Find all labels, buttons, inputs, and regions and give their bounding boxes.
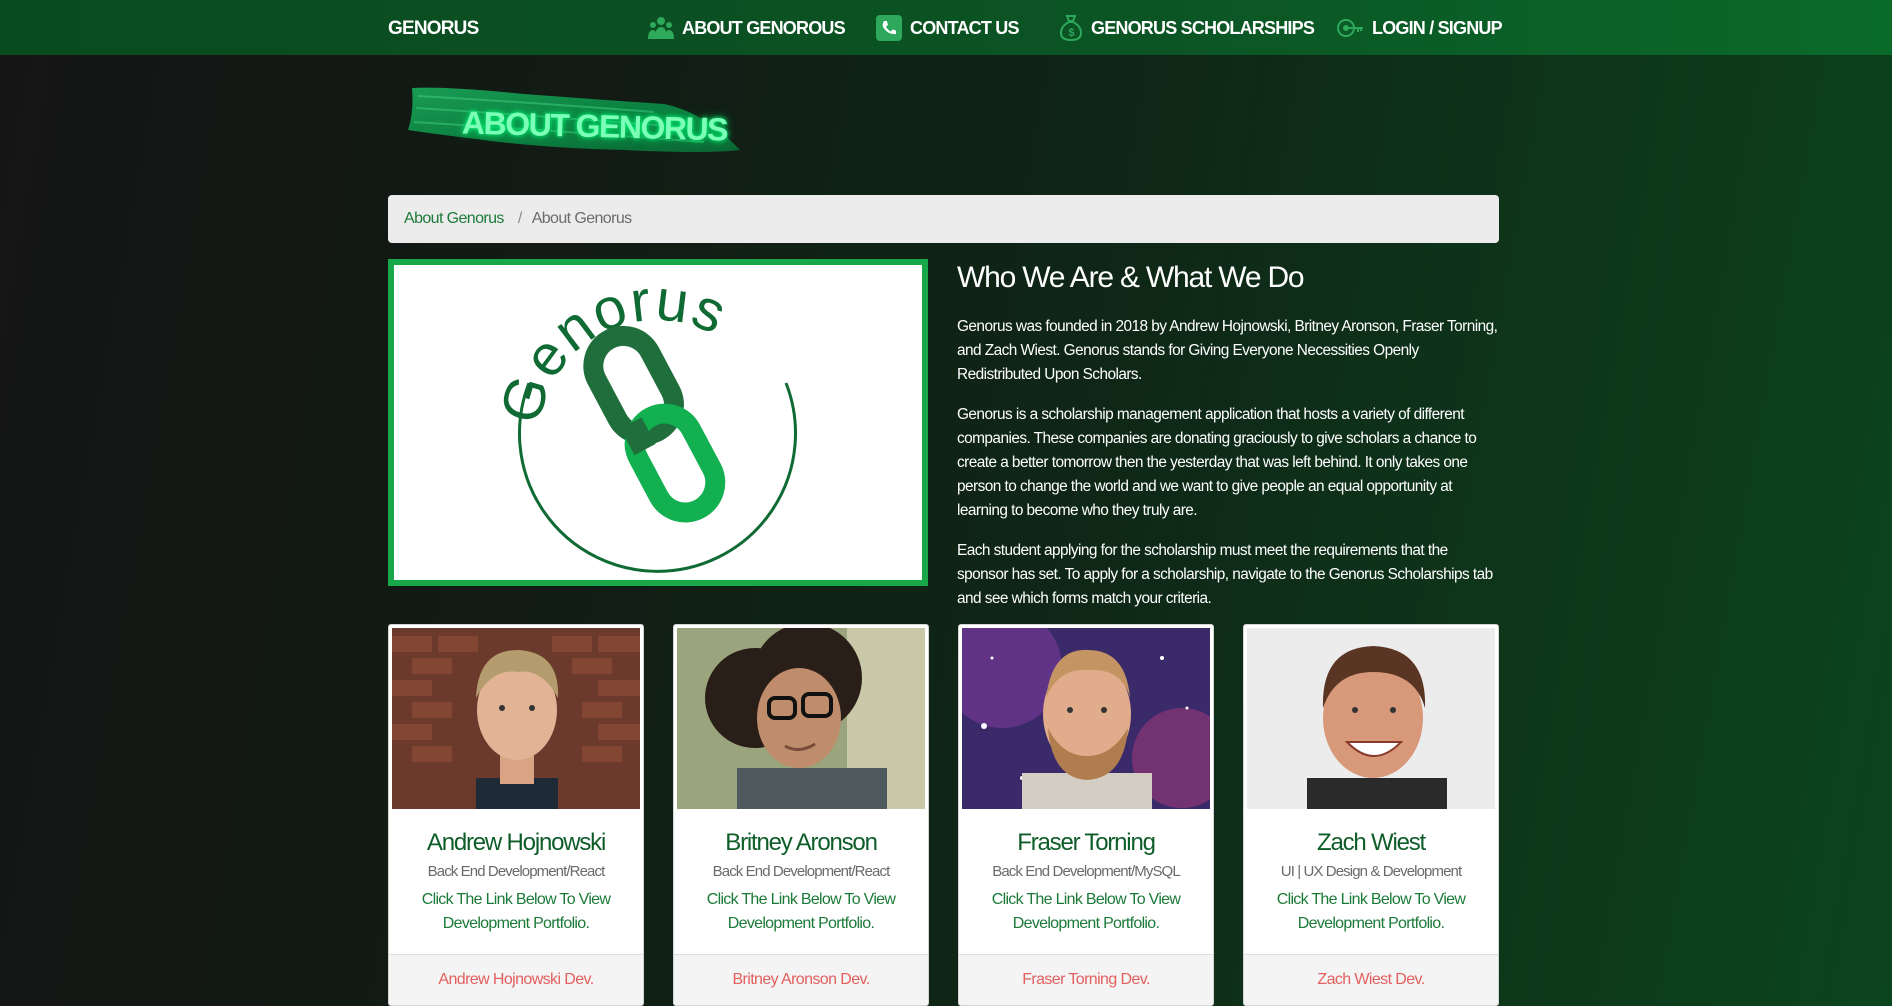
- about-paragraph: Genorus was founded in 2018 by Andrew Ho…: [957, 318, 1498, 383]
- nav-login-label: LOGIN / SIGNUP: [1372, 17, 1503, 38]
- phone-icon: [876, 15, 902, 41]
- team-photo: [1247, 628, 1495, 809]
- nav-contact-label: CONTACT US: [910, 17, 1019, 38]
- portfolio-link[interactable]: Britney Aronson Dev.: [674, 954, 928, 1005]
- team-photo: [392, 628, 640, 809]
- team-photo: [677, 628, 925, 809]
- nav-scholarships-label: GENORUS SCHOLARSHIPS: [1091, 17, 1315, 38]
- nav-scholarships[interactable]: $ GENORUS SCHOLARSHIPS: [1059, 14, 1315, 42]
- about-paragraph: Each student applying for the scholarshi…: [957, 542, 1493, 607]
- about-section: Who We Are & What We Do Genorus was foun…: [957, 257, 1499, 627]
- people-icon: [648, 17, 674, 39]
- team-member-description: Click The Link Below To View Development…: [421, 891, 611, 932]
- team-member-description: Click The Link Below To View Development…: [1276, 891, 1466, 932]
- team-member-role: Back End Development/React: [427, 863, 606, 880]
- team-photo: [962, 628, 1210, 809]
- team-member-role: Back End Development/MySQL: [992, 863, 1180, 880]
- nav-login[interactable]: LOGIN / SIGNUP: [1336, 14, 1503, 42]
- portfolio-link[interactable]: Zach Wiest Dev.: [1244, 954, 1498, 1005]
- team-member-name: Fraser Torning: [1017, 829, 1156, 856]
- page-banner: ABOUT GENORUS: [404, 82, 744, 162]
- nav-contact[interactable]: CONTACT US: [876, 14, 1019, 42]
- team-member-name: Andrew Hojnowski: [426, 829, 606, 856]
- nav-about[interactable]: ABOUT GENOROUS: [648, 14, 846, 42]
- breadcrumb-link[interactable]: About Genorus: [404, 210, 504, 228]
- team-member-name: Zach Wiest: [1316, 829, 1426, 856]
- brand-logo-text[interactable]: GENORUS: [388, 18, 479, 40]
- portfolio-link[interactable]: Andrew Hojnowski Dev.: [389, 954, 643, 1005]
- breadcrumb-separator: /: [517, 210, 522, 227]
- about-paragraph: Genorus is a scholarship management appl…: [957, 406, 1477, 519]
- team-member-role: Back End Development/React: [712, 863, 891, 880]
- team-member-description: Click The Link Below To View Development…: [706, 891, 896, 932]
- navbar: GENORUS ABOUT GENOROUS CONTACT US $ GENO…: [0, 0, 1892, 55]
- breadcrumb-current: About Genorus: [531, 210, 632, 227]
- banner-title: ABOUT GENORUS: [461, 104, 728, 148]
- team-card: Fraser Torning Back End Development/MySQ…: [958, 624, 1214, 1006]
- nav-about-label: ABOUT GENOROUS: [682, 17, 846, 38]
- genorus-logo: Genorus: [487, 267, 797, 573]
- money-bag-icon: $: [1059, 15, 1083, 42]
- team-member-role: UI | UX Design & Development: [1280, 863, 1462, 880]
- team-card: Andrew Hojnowski Back End Development/Re…: [388, 624, 644, 1006]
- team-member-name: Britney Aronson: [725, 829, 878, 856]
- about-heading: Who We Are & What We Do: [957, 261, 1305, 294]
- breadcrumb: About Genorus / About Genorus: [388, 195, 1499, 243]
- team-card: Zach Wiest UI | UX Design & Development …: [1243, 624, 1499, 1006]
- portfolio-link[interactable]: Fraser Torning Dev.: [959, 954, 1213, 1005]
- svg-text:$: $: [1068, 27, 1074, 39]
- team-card: Britney Aronson Back End Development/Rea…: [673, 624, 929, 1006]
- key-icon: [1337, 19, 1363, 37]
- genorus-logo-box: Genorus: [388, 259, 928, 586]
- team-member-description: Click The Link Below To View Development…: [991, 891, 1181, 932]
